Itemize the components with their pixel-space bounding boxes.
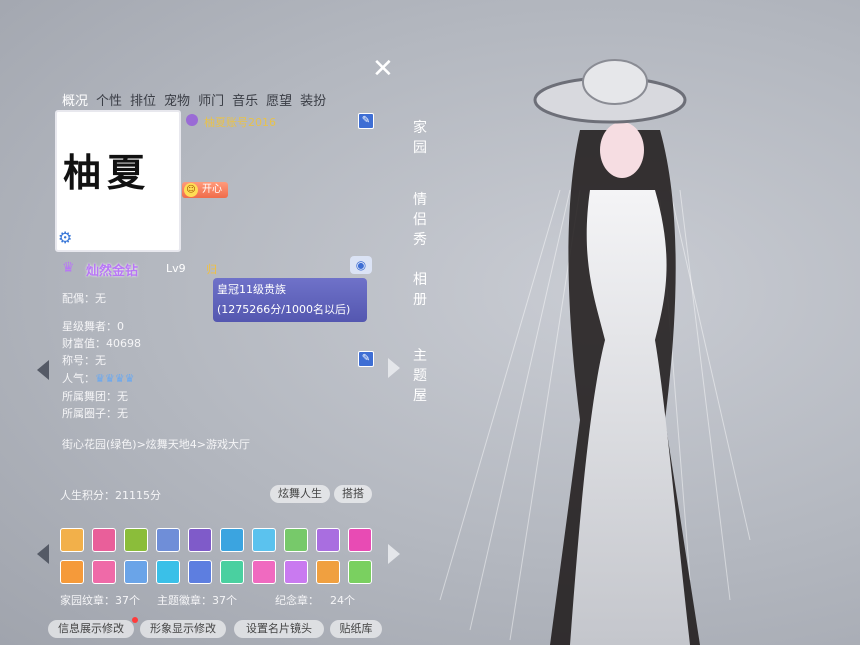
badge-icon[interactable] bbox=[60, 560, 84, 584]
tab-overview[interactable]: 概况 bbox=[58, 88, 92, 111]
theme-badge-count: 主题徽章：37个 bbox=[157, 594, 237, 607]
tab-personality[interactable]: 个性 bbox=[92, 88, 126, 111]
tab-mentor[interactable]: 师门 bbox=[194, 88, 228, 111]
home-badge-count: 家园纹章：37个 bbox=[60, 594, 140, 607]
badge-arrow-left-icon[interactable] bbox=[37, 544, 49, 564]
tab-wishes[interactable]: 愿望 bbox=[262, 88, 296, 111]
badge-icon[interactable] bbox=[156, 528, 180, 552]
tab-outfit[interactable]: 装扮 bbox=[296, 88, 330, 111]
badge-icon[interactable] bbox=[92, 560, 116, 584]
outfit-button[interactable]: 搭搭 bbox=[334, 485, 372, 503]
badge-icon[interactable] bbox=[220, 560, 244, 584]
side-link-couple[interactable]: 情侣秀 bbox=[412, 190, 428, 250]
side-link-theme-house[interactable]: 主题屋 bbox=[412, 346, 428, 406]
badge-icon[interactable] bbox=[124, 560, 148, 584]
badge-icon[interactable] bbox=[124, 528, 148, 552]
account-icon bbox=[186, 114, 198, 126]
memorial-badge-count: 24个 bbox=[330, 594, 355, 607]
mood-label: 开心 bbox=[202, 184, 222, 195]
edit-title-icon[interactable]: ✎ bbox=[358, 351, 374, 367]
tab-ranking[interactable]: 排位 bbox=[126, 88, 160, 111]
notification-dot bbox=[132, 617, 138, 623]
close-icon[interactable]: ✕ bbox=[372, 56, 394, 82]
hat-crown bbox=[582, 59, 648, 105]
memorial-badge-label: 纪念章： bbox=[275, 594, 319, 607]
gear-icon[interactable]: ⚙ bbox=[58, 228, 76, 247]
wealth-info: 财富值：40698 bbox=[62, 337, 141, 350]
star-dancer-info: 星级舞者：0 bbox=[62, 320, 124, 333]
badge-icon[interactable] bbox=[252, 528, 276, 552]
profile-tabs: 概况 个性 排位 宠物 师门 音乐 愿望 装扮 bbox=[58, 88, 330, 111]
smile-icon: ☺ bbox=[184, 183, 198, 197]
noble-badge[interactable]: 归 bbox=[206, 261, 217, 277]
tab-music[interactable]: 音乐 bbox=[228, 88, 262, 111]
noble-tooltip: 皇冠11级贵族 (1275266分/1000名以后) bbox=[213, 278, 367, 322]
edit-icon[interactable]: ✎ bbox=[358, 113, 374, 129]
badge-icon[interactable] bbox=[348, 528, 372, 552]
badge-icon[interactable] bbox=[60, 528, 84, 552]
badge-icon[interactable] bbox=[220, 528, 244, 552]
edit-image-button[interactable]: 形象显示修改 bbox=[140, 620, 226, 638]
vip-title: 灿然金钻 bbox=[86, 264, 139, 279]
badge-icon[interactable] bbox=[284, 560, 308, 584]
popularity-crown-icon: ♛♛♛♛ bbox=[95, 372, 135, 385]
edit-info-button[interactable]: 信息展示修改 bbox=[48, 620, 134, 638]
tooltip-line1: 皇冠11级贵族 bbox=[217, 283, 286, 296]
badge-icon[interactable] bbox=[252, 560, 276, 584]
face bbox=[600, 122, 644, 178]
title-info: 称号：无 bbox=[62, 354, 106, 367]
level-label: Lv9 bbox=[166, 262, 186, 275]
badge-icon[interactable] bbox=[316, 560, 340, 584]
badge-icon[interactable] bbox=[284, 528, 308, 552]
life-score: 人生积分：21115分 bbox=[60, 489, 161, 502]
badge-icon[interactable] bbox=[188, 528, 212, 552]
set-lens-button[interactable]: 设置名片镜头 bbox=[234, 620, 324, 638]
camera-icon[interactable]: ◉ bbox=[350, 256, 372, 274]
popularity-info: 人气：♛♛♛♛ bbox=[62, 370, 134, 386]
avatar-text: 柚夏 bbox=[63, 150, 152, 195]
vip-crown-icon: ♛ bbox=[62, 260, 75, 276]
mood-badge[interactable]: ☺ 开心 bbox=[182, 182, 228, 198]
tooltip-line2: (1275266分/1000名以后) bbox=[217, 303, 351, 316]
popularity-label: 人气： bbox=[62, 372, 95, 385]
arrow-right-icon[interactable] bbox=[388, 358, 400, 378]
badge-arrow-right-icon[interactable] bbox=[388, 544, 400, 564]
badge-grid bbox=[60, 528, 376, 588]
spouse-info: 配偶：无 bbox=[62, 292, 106, 305]
badge-icon[interactable] bbox=[92, 528, 116, 552]
tab-pets[interactable]: 宠物 bbox=[160, 88, 194, 111]
character-figure bbox=[439, 59, 751, 645]
dance-life-button[interactable]: 炫舞人生 bbox=[270, 485, 330, 503]
arrow-left-icon[interactable] bbox=[37, 360, 49, 380]
circle-info: 所属圈子：无 bbox=[62, 407, 128, 420]
location-info: 街心花园(绿色)>炫舞天地4>游戏大厅 bbox=[62, 438, 251, 451]
account-name: 柚夏账号2016 bbox=[204, 116, 276, 129]
badge-icon[interactable] bbox=[156, 560, 180, 584]
sticker-button[interactable]: 贴纸库 bbox=[330, 620, 382, 638]
badge-icon[interactable] bbox=[348, 560, 372, 584]
badge-icon[interactable] bbox=[316, 528, 340, 552]
side-link-album[interactable]: 相册 bbox=[412, 270, 428, 310]
badge-icon[interactable] bbox=[188, 560, 212, 584]
dance-group-info: 所属舞团：无 bbox=[62, 390, 128, 403]
side-link-home[interactable]: 家园 bbox=[412, 118, 428, 158]
